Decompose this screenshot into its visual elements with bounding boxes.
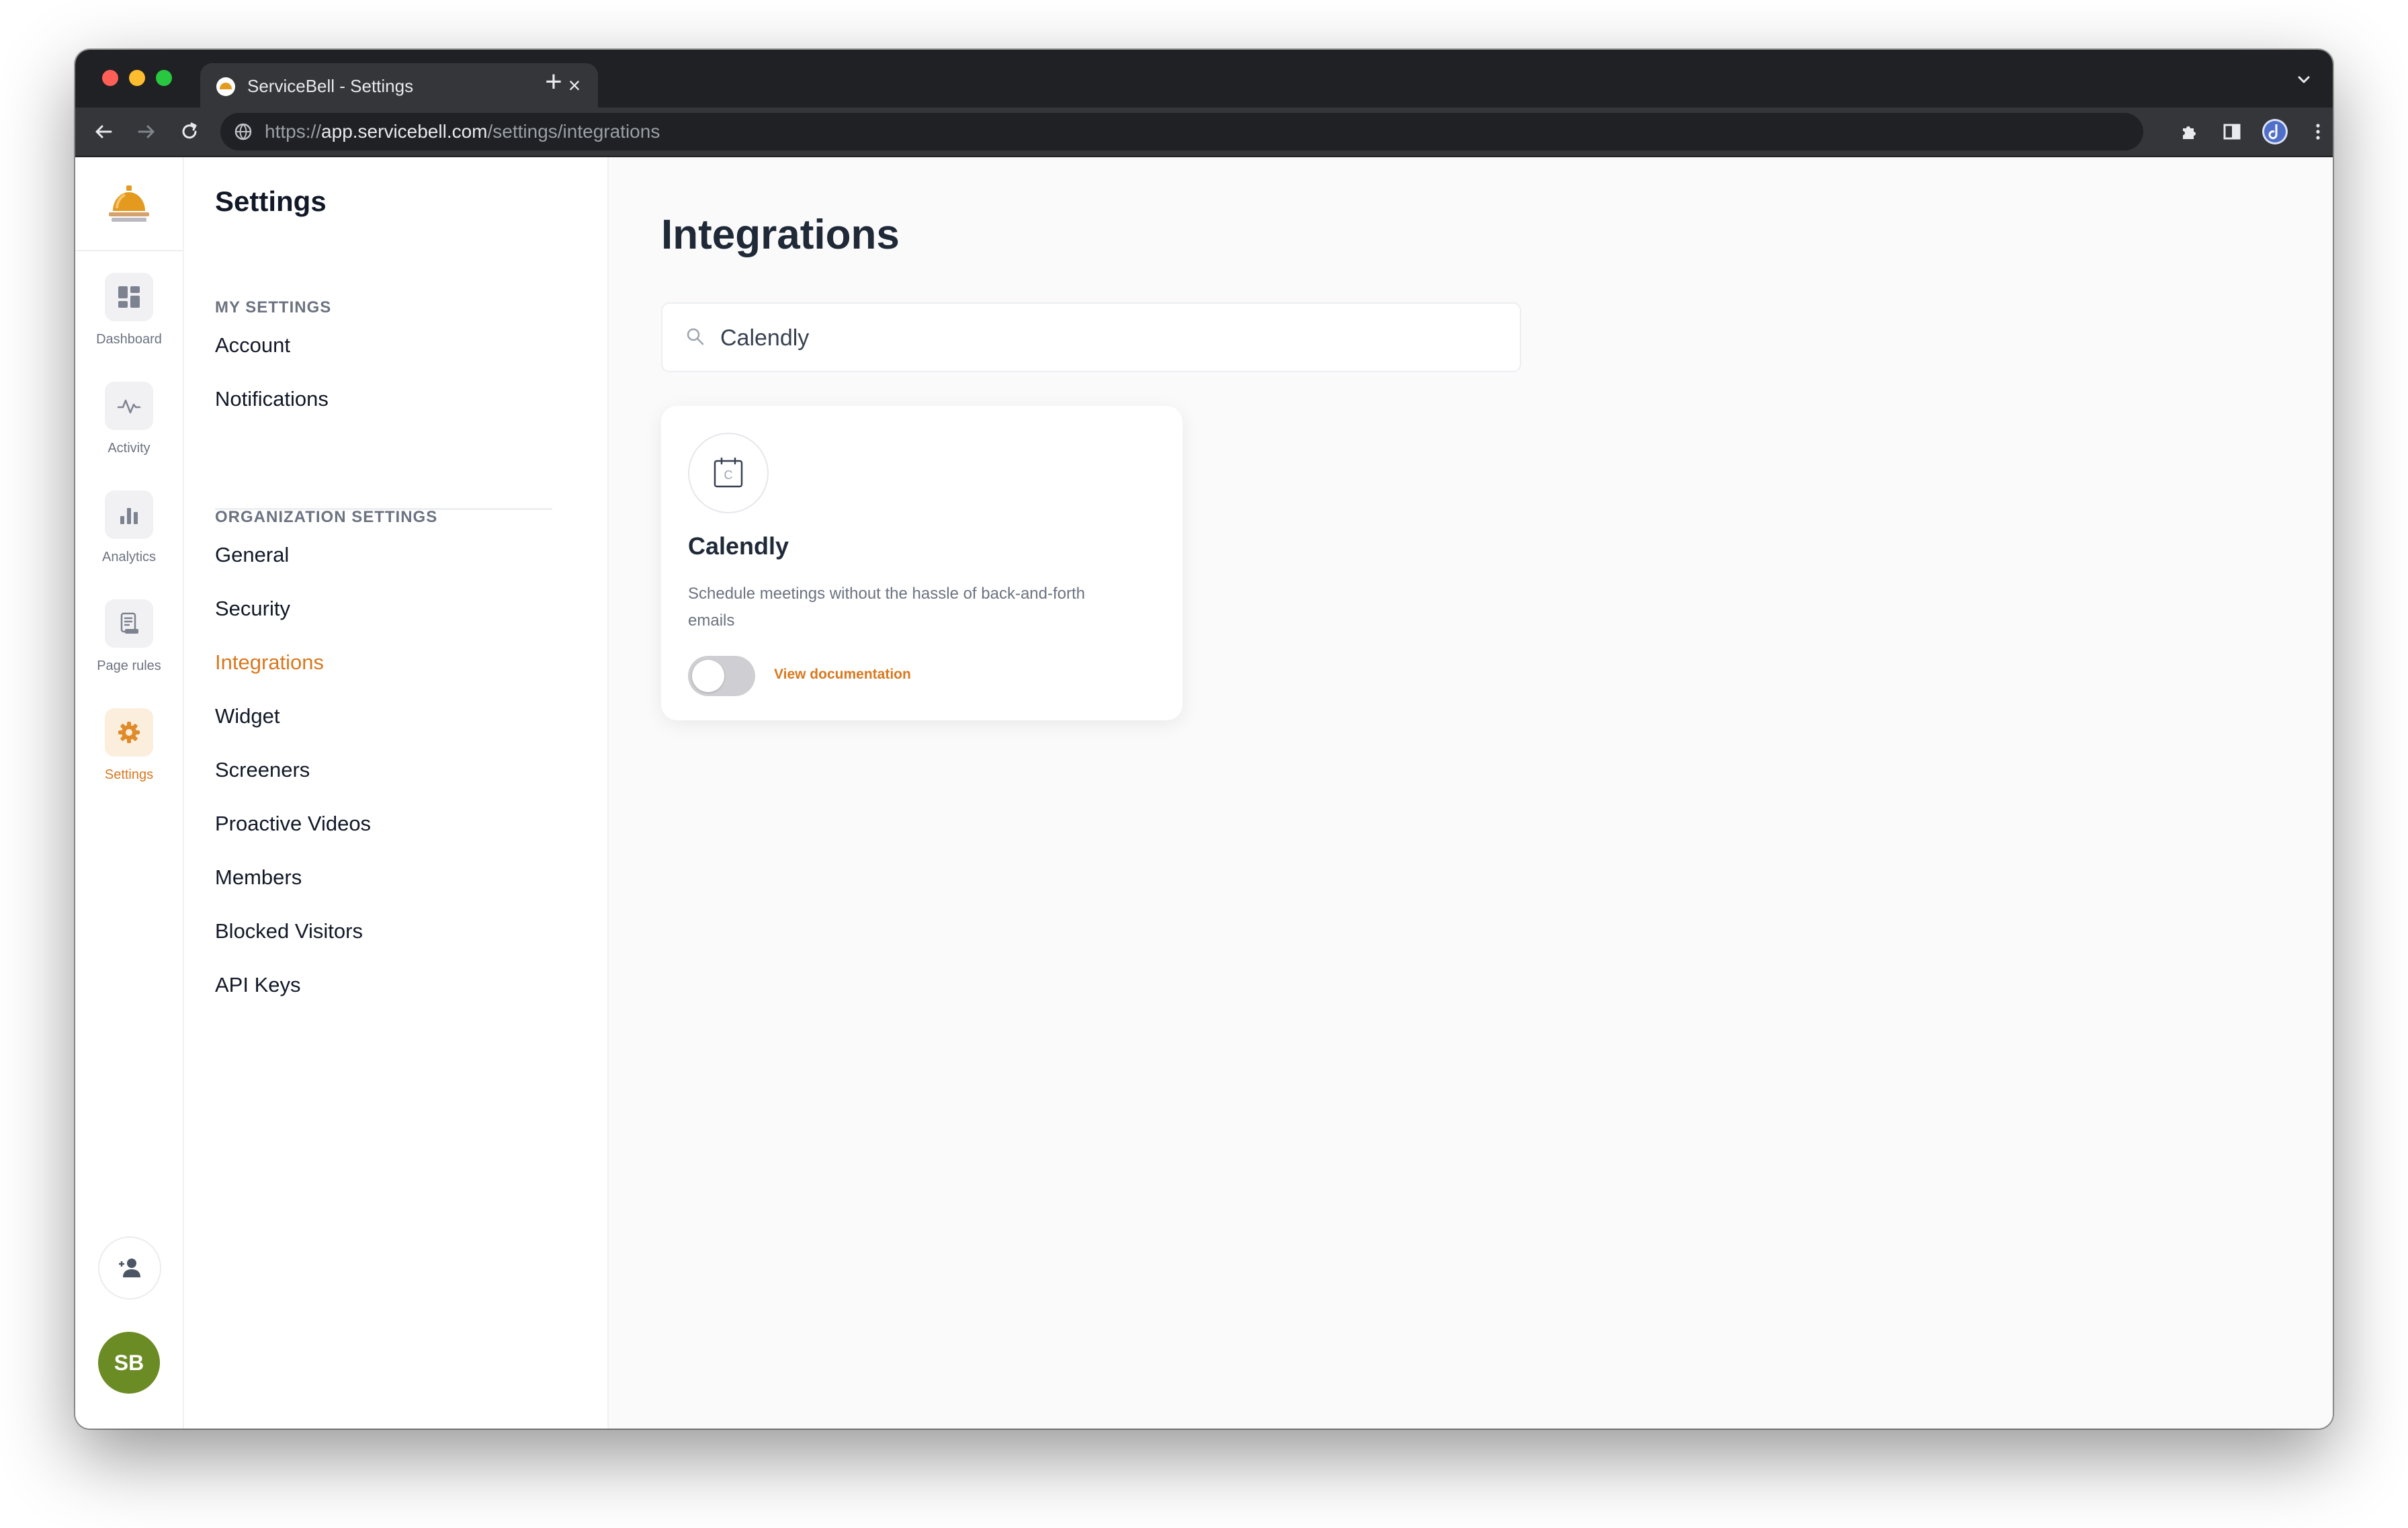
- settings-sidebar: Settings MY SETTINGS Account Notificatio…: [184, 157, 609, 1429]
- close-window-button[interactable]: [102, 70, 118, 86]
- reload-button[interactable]: [175, 117, 204, 146]
- app-root: Dashboard Activity Analytics Page rules: [75, 157, 2333, 1429]
- site-info-icon[interactable]: [234, 122, 253, 141]
- org-settings-heading: ORGANIZATION SETTINGS: [215, 508, 438, 526]
- integration-title: Calendly: [688, 532, 789, 560]
- settings-item-proactive-videos[interactable]: Proactive Videos: [215, 812, 371, 836]
- servicebell-logo-icon[interactable]: [106, 184, 152, 224]
- logo-divider: [75, 250, 183, 251]
- reload-icon: [182, 122, 197, 139]
- add-user-icon: [119, 1259, 140, 1277]
- settings-item-blocked-visitors[interactable]: Blocked Visitors: [215, 919, 363, 943]
- toggle-knob: [692, 660, 724, 692]
- nav-page-rules[interactable]: Page rules: [75, 599, 183, 693]
- settings-item-security[interactable]: Security: [215, 597, 290, 621]
- settings-item-widget[interactable]: Widget: [215, 704, 280, 728]
- browser-toolbar: https://app.servicebell.com/settings/int…: [75, 108, 2333, 157]
- page-title: Integrations: [661, 212, 900, 258]
- settings-title: Settings: [215, 185, 327, 217]
- dashboard-icon: [105, 273, 153, 321]
- nav-label: Activity: [108, 441, 150, 456]
- minimize-window-button[interactable]: [129, 70, 145, 86]
- activity-icon: [105, 382, 153, 430]
- nav-dashboard[interactable]: Dashboard: [75, 273, 183, 367]
- primary-sidebar: Dashboard Activity Analytics Page rules: [75, 157, 184, 1429]
- nav-label: Dashboard: [96, 332, 162, 347]
- integration-search: [661, 302, 1521, 372]
- settings-item-screeners[interactable]: Screeners: [215, 758, 310, 782]
- browser-window: ServiceBell - Settings × + https://app.s…: [75, 50, 2333, 1429]
- nav-label: Settings: [104, 767, 154, 782]
- search-icon: [685, 327, 705, 347]
- tab-strip: ServiceBell - Settings × +: [75, 50, 2333, 108]
- analytics-icon: [105, 491, 153, 539]
- nav-label: Analytics: [101, 550, 157, 564]
- forward-button[interactable]: [132, 117, 161, 146]
- side-panel-icon[interactable]: [2217, 117, 2247, 146]
- my-settings-heading: MY SETTINGS: [215, 298, 332, 316]
- user-avatar[interactable]: SB: [98, 1332, 160, 1394]
- nav-label: Page rules: [97, 659, 161, 673]
- integration-enable-toggle[interactable]: [688, 656, 755, 696]
- main-content: Integrations C Calendly Schedule meeting…: [609, 157, 2333, 1429]
- search-input[interactable]: [719, 319, 1494, 357]
- chevron-down-icon[interactable]: [2294, 70, 2314, 90]
- integration-card-calendly: C Calendly Schedule meetings without the…: [661, 406, 1182, 720]
- servicebell-favicon-icon: [216, 77, 235, 96]
- url-text: https://app.servicebell.com/settings/int…: [265, 121, 660, 142]
- settings-item-api-keys[interactable]: API Keys: [215, 973, 301, 997]
- gear-icon: [105, 708, 153, 757]
- calendly-icon: C: [688, 433, 769, 513]
- invite-user-button[interactable]: [98, 1236, 161, 1300]
- nav-settings[interactable]: Settings: [75, 708, 183, 802]
- integration-description: Schedule meetings without the hassle of …: [688, 585, 1086, 630]
- profile-avatar-icon[interactable]: [2260, 117, 2290, 146]
- maximize-window-button[interactable]: [156, 70, 172, 86]
- page-rules-icon: [105, 599, 153, 648]
- view-documentation-link[interactable]: View documentation: [774, 667, 911, 683]
- nav-analytics[interactable]: Analytics: [75, 491, 183, 585]
- tab-title: ServiceBell - Settings: [247, 76, 414, 96]
- new-tab-button[interactable]: +: [539, 67, 568, 97]
- extensions-icon[interactable]: [2174, 117, 2204, 146]
- settings-item-account[interactable]: Account: [215, 333, 290, 357]
- arrow-left-icon: [95, 125, 112, 138]
- svg-text:C: C: [724, 468, 733, 482]
- arrow-right-icon: [138, 125, 155, 138]
- settings-item-general[interactable]: General: [215, 543, 289, 567]
- browser-menu-icon[interactable]: [2303, 117, 2333, 146]
- settings-item-integrations[interactable]: Integrations: [215, 650, 324, 675]
- settings-item-members[interactable]: Members: [215, 865, 302, 890]
- settings-item-notifications[interactable]: Notifications: [215, 387, 329, 411]
- address-bar[interactable]: https://app.servicebell.com/settings/int…: [220, 113, 2143, 151]
- back-button[interactable]: [89, 117, 118, 146]
- nav-activity[interactable]: Activity: [75, 382, 183, 476]
